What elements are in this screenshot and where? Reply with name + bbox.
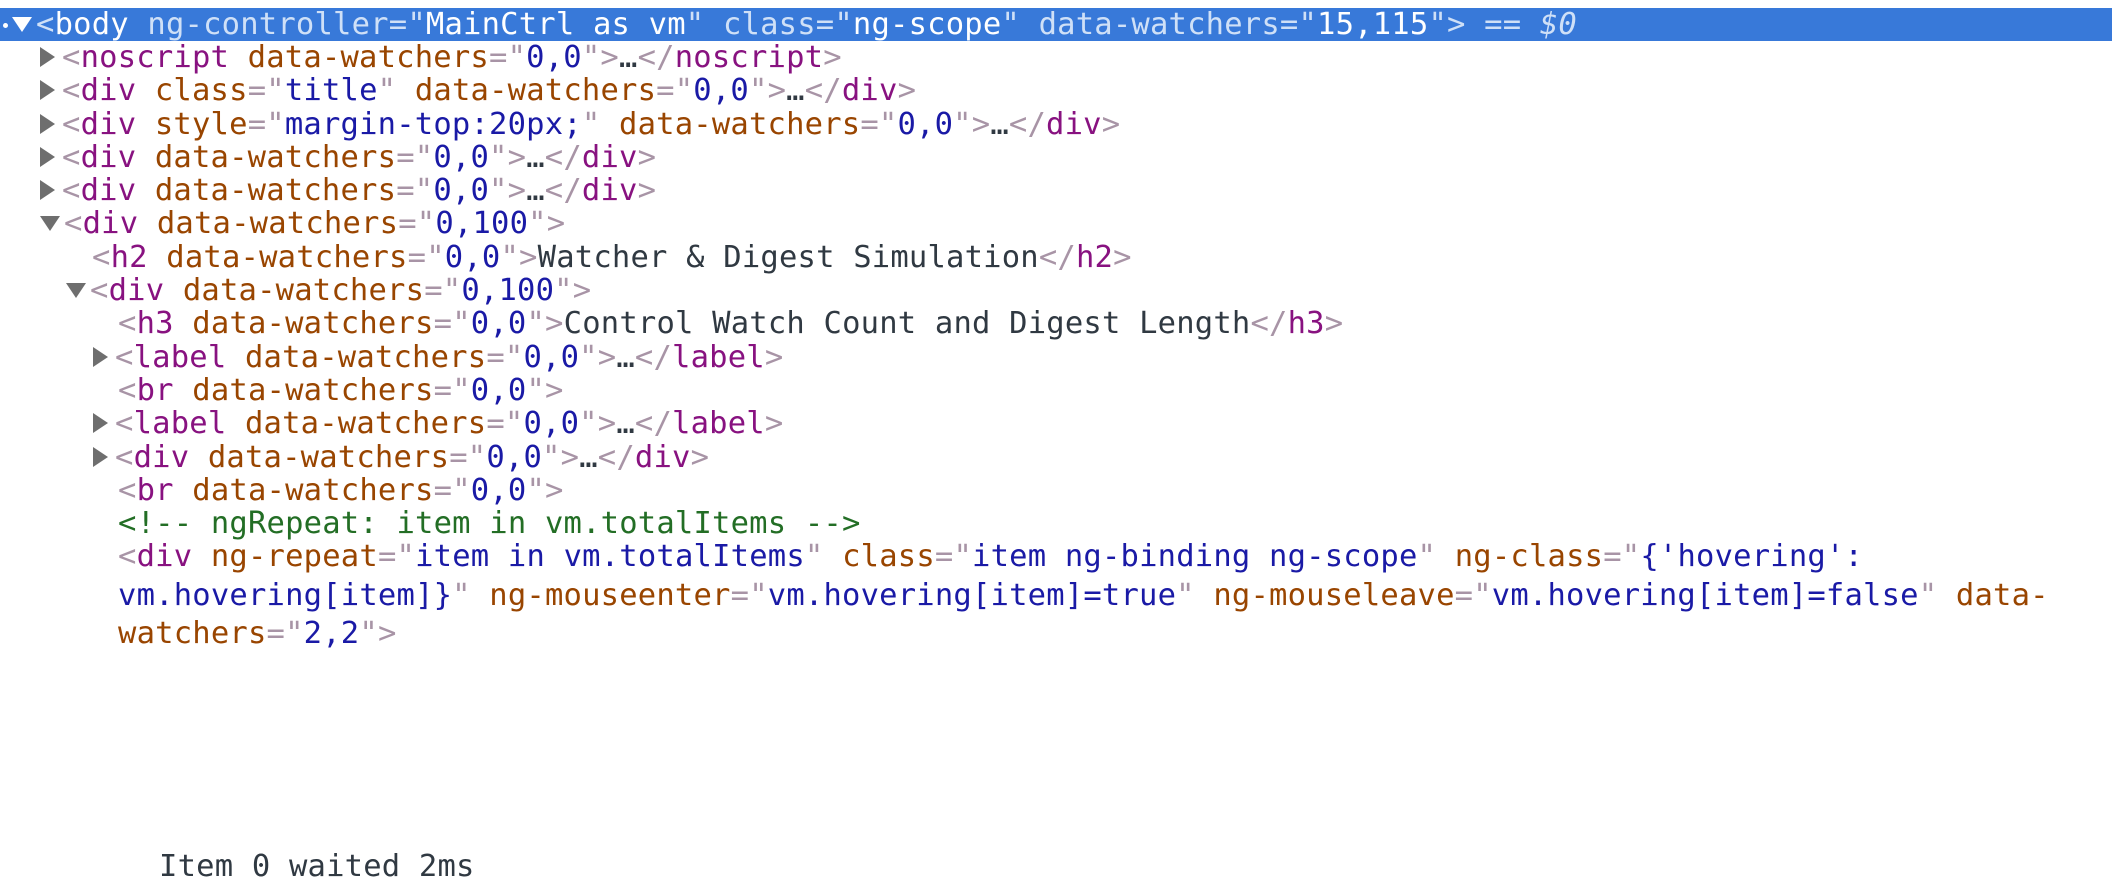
expand-triangle-icon[interactable] (93, 347, 108, 367)
attribute-name: ng-repeat (210, 539, 378, 574)
attribute-quote: =" (1603, 539, 1641, 574)
attribute-name: ng-mouseleave (1213, 577, 1455, 613)
attribute-value: 2,2 (303, 616, 360, 651)
attribute-quote: =" (377, 539, 416, 574)
expand-triangle-icon[interactable] (40, 147, 55, 167)
selection-dot (3, 23, 8, 28)
collapse-triangle-icon[interactable] (12, 16, 32, 32)
attribute-quote: " (1417, 539, 1437, 574)
attribute-value: vm.hovering[item]=false (1491, 577, 1919, 613)
elements-dom-tree: <body ng-controller="MainCtrl as vm" cla… (0, 0, 2112, 894)
attribute-quote: " (804, 539, 824, 574)
expand-triangle-icon[interactable] (93, 447, 108, 467)
expand-triangle-icon[interactable] (40, 80, 55, 100)
attribute-quote: " (1918, 577, 1938, 613)
attribute-quote: =" (934, 539, 973, 574)
tag-bracket: > (377, 616, 397, 651)
attribute-quote: =" (266, 616, 304, 651)
collapse-triangle-icon[interactable] (66, 282, 86, 298)
attribute-value: item ng-binding ng-scope (972, 539, 1418, 574)
expand-triangle-icon[interactable] (40, 114, 55, 134)
attribute-quote: =" (730, 577, 768, 613)
expand-triangle-icon[interactable] (40, 180, 55, 200)
attribute-quote: " (1176, 577, 1195, 613)
tag-bracket: < (118, 539, 137, 574)
collapse-triangle-icon[interactable] (40, 215, 60, 231)
attribute-name: ng-mouseenter (489, 577, 731, 613)
expand-triangle-icon[interactable] (40, 47, 55, 67)
attribute-value: item in vm.totalItems (415, 539, 805, 574)
attribute-value: vm.hovering[item]=true (767, 577, 1177, 613)
attribute-quote: " (452, 577, 471, 613)
attribute-name: class (842, 539, 935, 574)
text-node: Item 0 waited 2ms (159, 849, 475, 884)
expand-triangle-icon[interactable] (93, 413, 108, 433)
attribute-quote: " (359, 616, 378, 651)
attribute-name: ng-class (1454, 539, 1604, 574)
dom-node-row[interactable]: Item 0 waited 2ms (0, 844, 2112, 889)
attribute-quote: =" (1454, 577, 1492, 613)
tag-name: div (136, 539, 193, 574)
dom-node-row[interactable]: <div ng-repeat="item in vm.totalItems" c… (0, 535, 2112, 654)
